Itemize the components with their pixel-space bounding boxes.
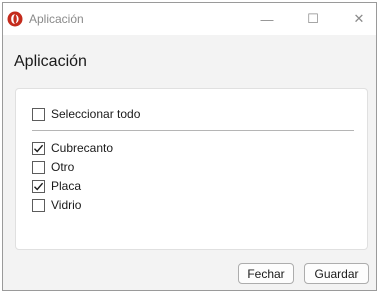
window-title: Aplicación: [29, 12, 84, 26]
close-icon: ✕: [353, 11, 365, 26]
option-cubrecanto-checkbox[interactable]: Cubrecanto: [32, 141, 113, 155]
option-otro-checkbox[interactable]: Otro: [32, 160, 74, 174]
page-title: Aplicación: [14, 53, 87, 70]
option-label: Cubrecanto: [51, 141, 114, 155]
checkbox-box[interactable]: [32, 141, 45, 155]
option-label: Vidrio: [51, 198, 82, 212]
options-panel: Seleccionar todo Cubrecanto Otro Placa V…: [15, 88, 368, 250]
dialog-window: Aplicación — ☐ ✕ Aplicación Seleccionar …: [2, 2, 377, 291]
select-all-checkbox[interactable]: Seleccionar todo: [32, 107, 140, 121]
maximize-icon: ☐: [307, 11, 319, 26]
option-label: Otro: [51, 160, 75, 174]
option-placa-checkbox[interactable]: Placa: [32, 179, 81, 193]
divider: [32, 130, 354, 131]
option-label: Placa: [51, 179, 82, 193]
close-window-button[interactable]: ✕: [336, 3, 380, 35]
option-vidrio-checkbox[interactable]: Vidrio: [32, 198, 81, 212]
save-button[interactable]: Guardar: [304, 263, 369, 284]
minimize-button[interactable]: —: [244, 3, 290, 35]
select-all-label: Seleccionar todo: [51, 107, 141, 121]
checkbox-box[interactable]: [32, 107, 45, 121]
checkmark-icon: [34, 182, 44, 191]
maximize-button[interactable]: ☐: [290, 3, 336, 35]
minimize-icon: —: [260, 11, 274, 27]
checkbox-box[interactable]: [32, 198, 45, 212]
title-bar[interactable]: Aplicación — ☐ ✕: [3, 3, 376, 35]
app-logo-icon: [7, 11, 23, 27]
checkbox-box[interactable]: [32, 160, 45, 174]
checkmark-icon: [34, 144, 44, 153]
checkbox-box[interactable]: [32, 179, 45, 193]
close-button[interactable]: Fechar: [238, 263, 294, 284]
